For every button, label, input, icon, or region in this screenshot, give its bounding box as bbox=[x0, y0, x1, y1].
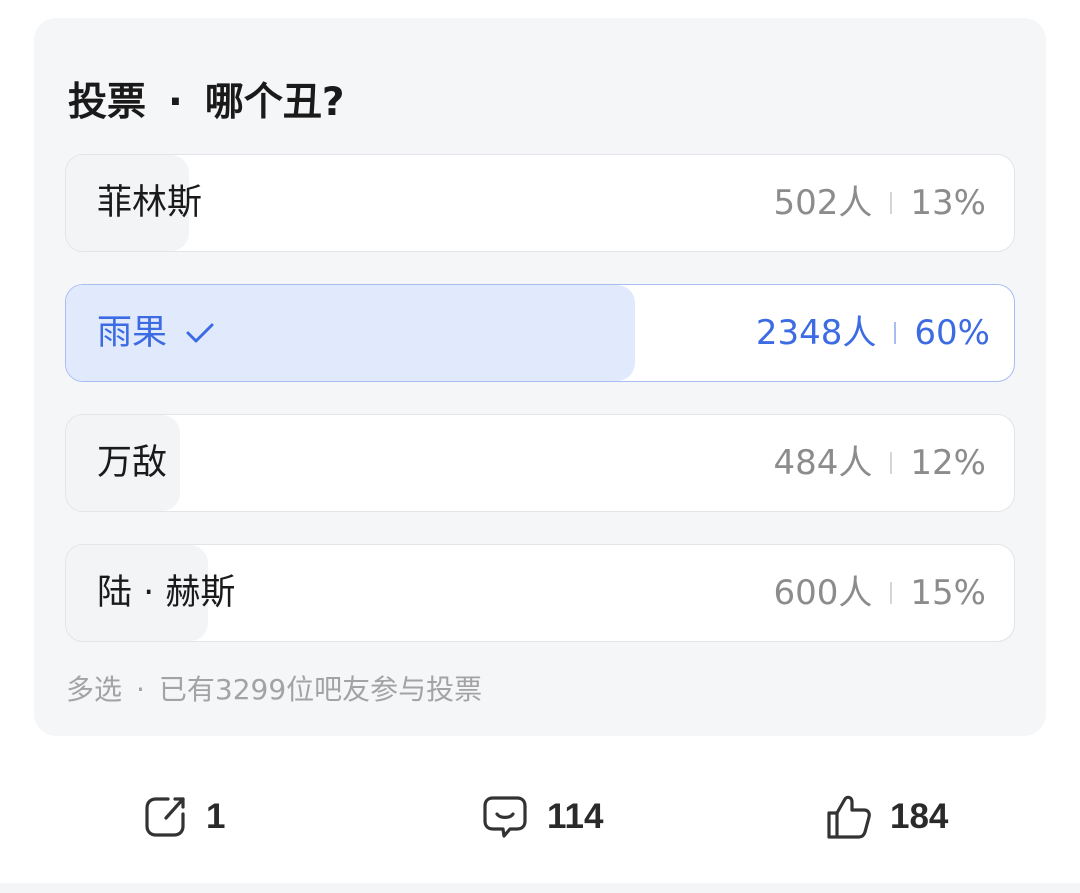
poll-option-1-count: 502人 bbox=[773, 183, 873, 223]
poll-option-3-text: 万敌 bbox=[97, 443, 168, 483]
poll-option-4-count: 600人 bbox=[773, 573, 873, 613]
thumbs-up-icon bbox=[827, 795, 871, 839]
like-count: 184 bbox=[890, 797, 949, 836]
poll-option-4-text: 陆 · 赫斯 bbox=[97, 573, 236, 613]
poll-footer: 多选 · 已有3299位吧友参与投票 bbox=[66, 670, 482, 710]
stats-divider bbox=[890, 582, 893, 604]
poll-footer-separator: · bbox=[136, 673, 145, 706]
post-content: 投票 · 哪个丑? 菲林斯 502人 13% 雨果 2348人 60% 万敌 4… bbox=[0, 0, 1080, 893]
poll-option-2-stats: 2348人 60% bbox=[756, 285, 990, 381]
poll-option-4-percent: 15% bbox=[910, 573, 986, 613]
share-button[interactable]: 1 bbox=[142, 780, 225, 854]
poll-option-3-count: 484人 bbox=[773, 443, 873, 483]
share-icon bbox=[145, 797, 185, 837]
poll-mode: 多选 bbox=[66, 673, 123, 706]
poll-option-3[interactable]: 万敌 484人 12% bbox=[65, 414, 1015, 512]
stats-divider bbox=[890, 192, 893, 214]
poll-option-1-text: 菲林斯 bbox=[97, 183, 203, 223]
poll-option-2-count: 2348人 bbox=[755, 313, 877, 353]
poll-title-separator: · bbox=[168, 80, 183, 125]
poll-option-3-label: 万敌 bbox=[97, 415, 167, 511]
poll-option-2-text: 雨果 bbox=[97, 313, 168, 353]
poll-option-4[interactable]: 陆 · 赫斯 600人 15% bbox=[65, 544, 1015, 642]
poll-option-3-stats: 484人 12% bbox=[774, 415, 986, 511]
comment-icon bbox=[483, 796, 527, 838]
poll-option-2-label: 雨果 bbox=[97, 285, 217, 381]
poll-option-3-percent: 12% bbox=[910, 443, 986, 483]
poll-option-4-stats: 600人 15% bbox=[774, 545, 986, 641]
poll-option-1-label: 菲林斯 bbox=[97, 155, 202, 251]
poll-option-1[interactable]: 菲林斯 502人 13% bbox=[65, 154, 1015, 252]
poll-participants: 已有3299位吧友参与投票 bbox=[158, 673, 483, 706]
poll-card: 投票 · 哪个丑? 菲林斯 502人 13% 雨果 2348人 60% 万敌 4… bbox=[34, 18, 1046, 736]
comment-button[interactable]: 114 bbox=[481, 780, 603, 854]
poll-question: 哪个丑? bbox=[204, 80, 345, 125]
check-icon bbox=[186, 323, 214, 343]
comment-count: 114 bbox=[547, 797, 604, 836]
poll-option-2-percent: 60% bbox=[914, 313, 990, 353]
poll-option-2[interactable]: 雨果 2348人 60% bbox=[65, 284, 1015, 382]
poll-option-4-label: 陆 · 赫斯 bbox=[97, 545, 235, 641]
section-divider bbox=[0, 883, 1080, 893]
share-count: 1 bbox=[206, 797, 226, 836]
stats-divider bbox=[890, 452, 893, 474]
poll-option-1-stats: 502人 13% bbox=[774, 155, 986, 251]
poll-option-1-percent: 13% bbox=[910, 183, 986, 223]
poll-title-prefix: 投票 bbox=[68, 80, 147, 125]
poll-title: 投票 · 哪个丑? bbox=[68, 78, 344, 128]
like-button[interactable]: 184 bbox=[826, 780, 948, 854]
stats-divider bbox=[894, 322, 897, 344]
post-action-bar: 1 114 184 bbox=[0, 780, 1080, 854]
